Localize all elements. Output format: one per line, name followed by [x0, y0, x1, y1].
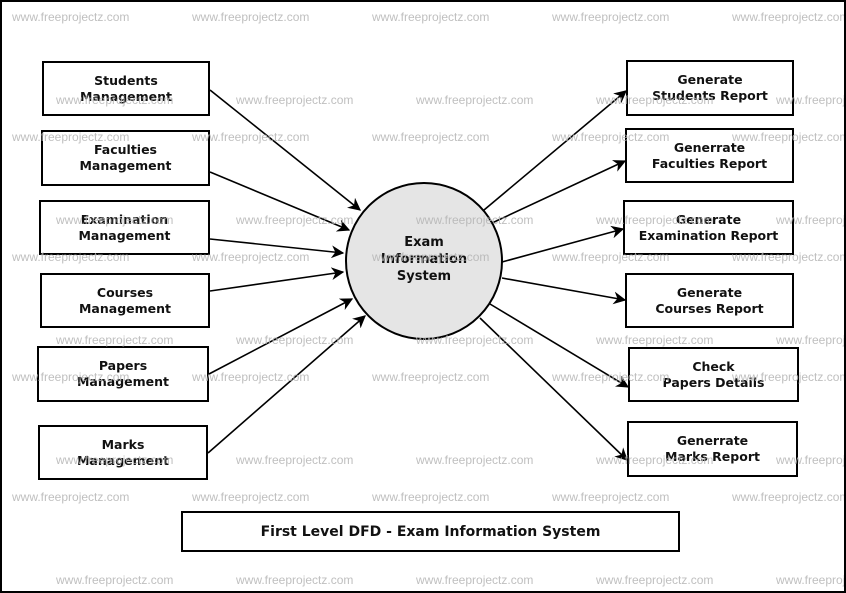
- watermark-text: www.freeprojectz.com: [732, 490, 846, 504]
- watermark-text: www.freeprojectz.com: [192, 490, 310, 504]
- watermark-text: www.freeprojectz.com: [56, 453, 174, 467]
- watermark-text: www.freeprojectz.com: [552, 10, 670, 24]
- watermark-text: www.freeprojectz.com: [236, 93, 354, 107]
- watermark-text: www.freeprojectz.com: [12, 490, 130, 504]
- watermark-text: www.freeprojectz.com: [596, 573, 714, 587]
- watermark-text: www.freeprojectz.com: [596, 93, 714, 107]
- watermark-text: www.freeprojectz.com: [372, 490, 490, 504]
- watermark-text: www.freeprojectz.com: [236, 573, 354, 587]
- watermark-text: www.freeprojectz.com: [596, 453, 714, 467]
- watermark-text: www.freeprojectz.com: [732, 130, 846, 144]
- watermark-text: www.freeprojectz.com: [552, 370, 670, 384]
- watermark-text: www.freeprojectz.com: [776, 573, 846, 587]
- watermark-text: www.freeprojectz.com: [192, 250, 310, 264]
- watermark-text: www.freeprojectz.com: [732, 370, 846, 384]
- dfd-canvas: www.freeprojectz.com www.freeprojectz.com…: [0, 0, 846, 593]
- watermark-text: www.freeprojectz.com: [416, 333, 534, 347]
- watermark-text: www.freeprojectz.com: [236, 213, 354, 227]
- watermark-text: www.freeprojectz.com: [416, 453, 534, 467]
- watermark-text: www.freeprojectz.com: [12, 130, 130, 144]
- watermark-text: www.freeprojectz.com: [416, 573, 534, 587]
- watermark-text: www.freeprojectz.com: [596, 213, 714, 227]
- watermark-text: www.freeprojectz.com: [416, 213, 534, 227]
- watermark-text: www.freeprojectz.com: [56, 333, 174, 347]
- watermark-text: www.freeprojectz.com: [236, 453, 354, 467]
- watermark-text: www.freeprojectz.com: [596, 333, 714, 347]
- watermark-text: www.freeprojectz.com: [192, 370, 310, 384]
- watermark-text: www.freeprojectz.com: [192, 130, 310, 144]
- watermark-text: www.freeprojectz.com: [552, 130, 670, 144]
- watermark-text: www.freeprojectz.com: [372, 250, 490, 264]
- watermark-text: www.freeprojectz.com: [372, 10, 490, 24]
- watermark-text: www.freeprojectz.com: [372, 130, 490, 144]
- watermark-text: www.freeprojectz.com: [776, 453, 846, 467]
- watermark-text: www.freeprojectz.com: [776, 213, 846, 227]
- watermark-text: www.freeprojectz.com: [732, 10, 846, 24]
- watermark-text: www.freeprojectz.com: [12, 370, 130, 384]
- watermark-text: www.freeprojectz.com: [56, 213, 174, 227]
- watermark-text: www.freeprojectz.com: [776, 93, 846, 107]
- flow-arrows: [207, 89, 630, 461]
- flow-students-in: [209, 89, 361, 211]
- watermark-text: www.freeprojectz.com: [372, 370, 490, 384]
- flow-courses-report-out: [501, 277, 627, 305]
- watermark-text: www.freeprojectz.com: [776, 333, 846, 347]
- flow-students-report-out: [483, 90, 627, 211]
- watermark-text: www.freeprojectz.com: [12, 250, 130, 264]
- watermark-text: www.freeprojectz.com: [552, 250, 670, 264]
- watermark-text: www.freeprojectz.com: [732, 250, 846, 264]
- watermark-text: www.freeprojectz.com: [192, 10, 310, 24]
- watermark-text: www.freeprojectz.com: [236, 333, 354, 347]
- watermark-text: www.freeprojectz.com: [12, 10, 130, 24]
- flow-courses-in: [209, 267, 345, 292]
- watermark-text: www.freeprojectz.com: [56, 573, 174, 587]
- watermark-text: www.freeprojectz.com: [56, 93, 174, 107]
- watermark-text: www.freeprojectz.com: [416, 93, 534, 107]
- watermark-text: www.freeprojectz.com: [552, 490, 670, 504]
